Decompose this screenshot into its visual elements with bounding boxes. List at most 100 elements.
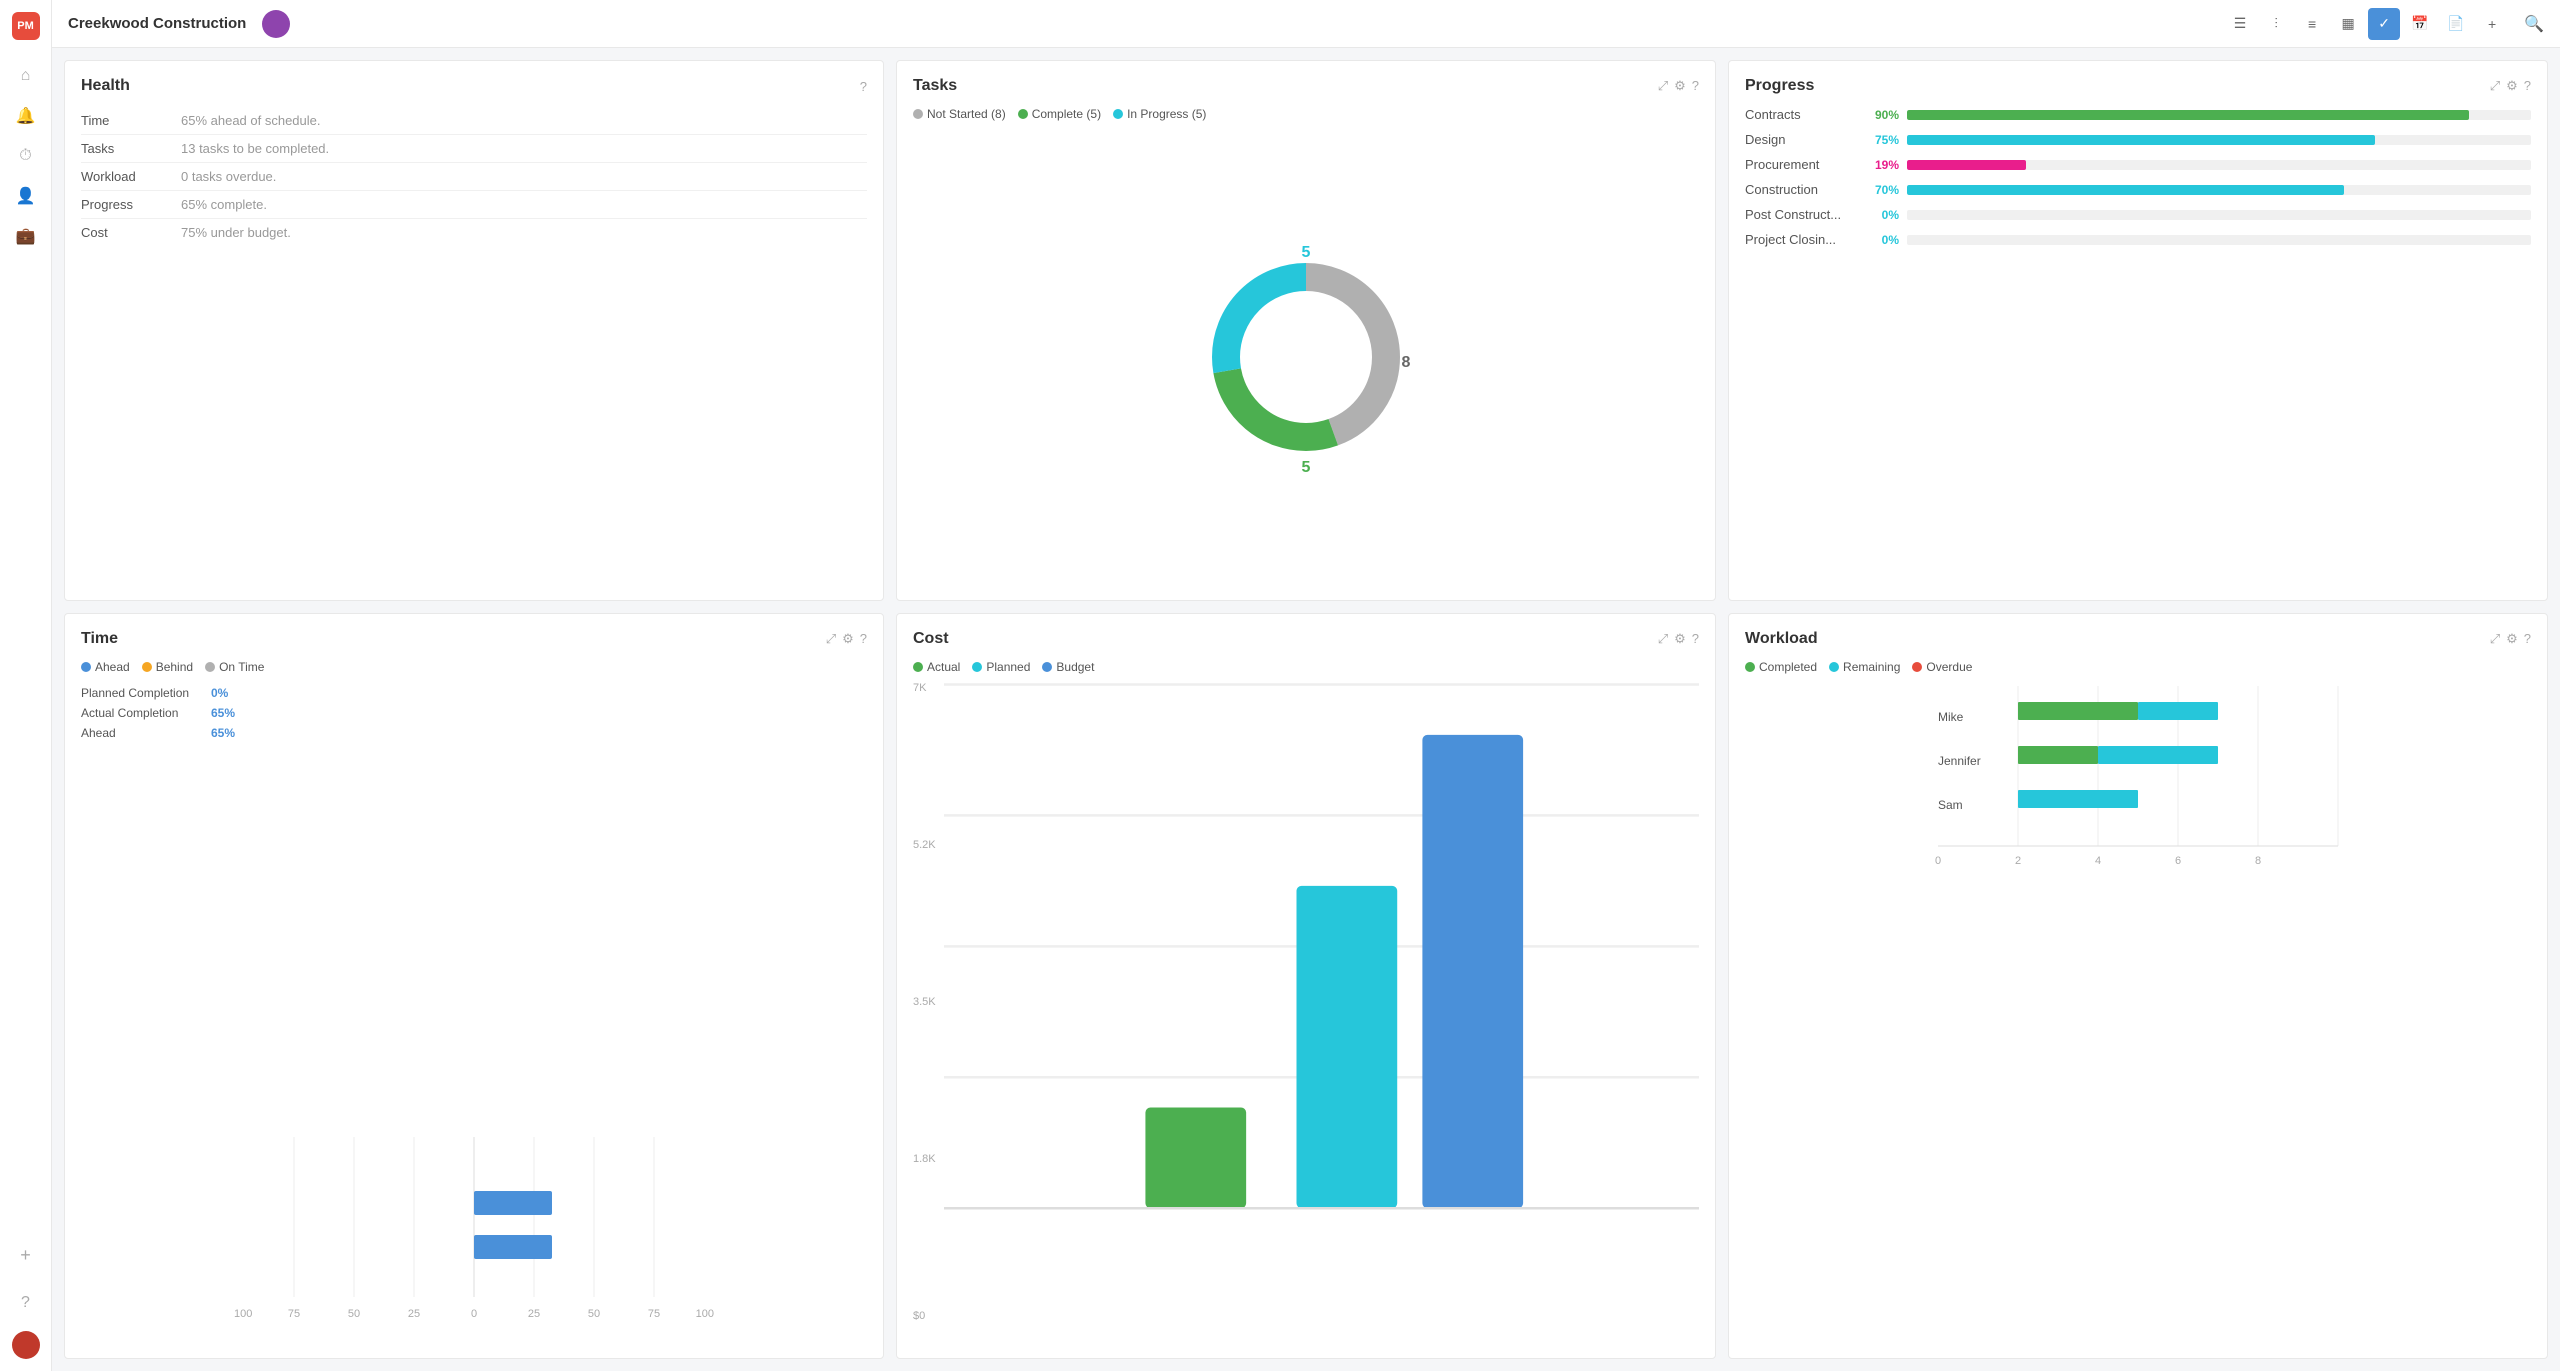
- progress-row: Contracts 90%: [1745, 107, 2531, 122]
- sidebar-help-icon[interactable]: ?: [8, 1285, 44, 1321]
- workload-expand-icon[interactable]: ⤢: [2490, 631, 2500, 647]
- progress-row-pct: 19%: [1863, 158, 1899, 172]
- legend-label: Behind: [156, 660, 193, 674]
- time-row: Ahead 65%: [81, 726, 867, 740]
- svg-text:75: 75: [288, 1308, 300, 1320]
- time-panel: Time ⤢ ⚙ ? Ahead Behind On Time Planned Co…: [64, 613, 884, 1359]
- legend-label: Budget: [1056, 660, 1094, 674]
- cost-expand-icon[interactable]: ⤢: [1658, 631, 1668, 647]
- topbar-icon-add[interactable]: +: [2476, 8, 2508, 40]
- progress-row-label: Construction: [1745, 182, 1855, 197]
- workload-help-icon[interactable]: ?: [2524, 631, 2531, 647]
- health-row-label: Workload: [81, 163, 181, 191]
- legend-label: Ahead: [95, 660, 130, 674]
- cost-y-18k: 1.8K: [913, 1153, 936, 1165]
- search-icon[interactable]: 🔍: [2524, 14, 2544, 34]
- svg-text:4: 4: [2095, 855, 2101, 867]
- legend-dot: [972, 662, 982, 672]
- cost-settings-icon[interactable]: ⚙: [1674, 631, 1686, 647]
- health-row: Time65% ahead of schedule.: [81, 107, 867, 135]
- sidebar-notifications-icon[interactable]: 🔔: [8, 98, 44, 134]
- time-row: Actual Completion 65%: [81, 706, 867, 720]
- workload-actions: ⤢ ⚙ ?: [2490, 631, 2531, 647]
- svg-text:0: 0: [471, 1308, 477, 1320]
- cost-legend-item: Budget: [1042, 660, 1094, 674]
- cost-legend: ActualPlannedBudget: [913, 660, 1699, 674]
- svg-text:0: 0: [1935, 855, 1941, 867]
- workload-sam-label: Sam: [1938, 799, 1963, 813]
- progress-help-icon[interactable]: ?: [2524, 78, 2531, 94]
- workload-legend-item: Overdue: [1912, 660, 1972, 674]
- time-row: Planned Completion 0%: [81, 686, 867, 700]
- topbar-icon-list[interactable]: ☰: [2224, 8, 2256, 40]
- health-table: Time65% ahead of schedule.Tasks13 tasks …: [81, 107, 867, 246]
- sidebar-add-icon[interactable]: +: [8, 1237, 44, 1273]
- svg-text:75: 75: [648, 1308, 660, 1320]
- time-row-pct: 0%: [211, 686, 251, 700]
- tasks-legend-item: In Progress (5): [1113, 107, 1206, 121]
- workload-settings-icon[interactable]: ⚙: [2506, 631, 2518, 647]
- time-bar-actual: [474, 1191, 552, 1215]
- time-title: Time: [81, 630, 826, 648]
- cost-header: Cost ⤢ ⚙ ?: [913, 630, 1699, 648]
- main-content: Creekwood Construction ☰ ⫶ ≡ ▦ ✓ 📅 📄 + 🔍…: [52, 0, 2560, 1371]
- topbar-icon-dashboard[interactable]: ✓: [2368, 8, 2400, 40]
- sidebar-portfolio-icon[interactable]: 💼: [8, 218, 44, 254]
- tasks-settings-icon[interactable]: ⚙: [1674, 78, 1686, 94]
- project-avatar[interactable]: [262, 10, 290, 38]
- topbar-icon-grid[interactable]: ≡: [2296, 8, 2328, 40]
- progress-bar-fill: [1907, 135, 2375, 145]
- progress-bar-fill: [1907, 160, 2026, 170]
- time-help-icon[interactable]: ?: [860, 631, 867, 647]
- tasks-title: Tasks: [913, 77, 1658, 95]
- legend-dot: [1018, 109, 1028, 119]
- health-header: Health ?: [81, 77, 867, 95]
- time-legend-item: Ahead: [81, 660, 130, 674]
- time-expand-icon[interactable]: ⤢: [826, 631, 836, 647]
- cost-help-icon[interactable]: ?: [1692, 631, 1699, 647]
- progress-row-pct: 0%: [1863, 233, 1899, 247]
- progress-row-label: Project Closin...: [1745, 232, 1855, 247]
- svg-text:25: 25: [528, 1308, 540, 1320]
- health-row-value: 75% under budget.: [181, 219, 867, 247]
- legend-label: On Time: [219, 660, 264, 674]
- sidebar-home-icon[interactable]: ⌂: [8, 58, 44, 94]
- tasks-expand-icon[interactable]: ⤢: [1658, 78, 1668, 94]
- sidebar-time-icon[interactable]: ⏱: [8, 138, 44, 174]
- health-help-icon[interactable]: ?: [860, 79, 867, 94]
- progress-expand-icon[interactable]: ⤢: [2490, 78, 2500, 94]
- legend-label: Planned: [986, 660, 1030, 674]
- tasks-legend: Not Started (8)Complete (5)In Progress (…: [913, 107, 1699, 121]
- time-bar-ahead: [474, 1235, 552, 1259]
- time-row-label: Ahead: [81, 726, 211, 740]
- topbar-icon-doc[interactable]: 📄: [2440, 8, 2472, 40]
- time-rows: Planned Completion 0% Actual Completion …: [81, 686, 867, 740]
- progress-row: Project Closin... 0%: [1745, 232, 2531, 247]
- topbar-icon-table[interactable]: ▦: [2332, 8, 2364, 40]
- tasks-actions: ⤢ ⚙ ?: [1658, 78, 1699, 94]
- time-settings-icon[interactable]: ⚙: [842, 631, 854, 647]
- tasks-help-icon[interactable]: ?: [1692, 78, 1699, 94]
- sidebar-avatar[interactable]: [12, 1331, 40, 1359]
- health-row-label: Cost: [81, 219, 181, 247]
- svg-text:2: 2: [2015, 855, 2021, 867]
- health-row-value: 65% complete.: [181, 191, 867, 219]
- donut-label-bottom: 5: [1302, 459, 1311, 476]
- topbar-icon-gantt[interactable]: ⫶: [2260, 8, 2292, 40]
- legend-dot: [913, 662, 923, 672]
- tasks-panel: Tasks ⤢ ⚙ ? Not Started (8)Complete (5)I…: [896, 60, 1716, 601]
- progress-row-label: Contracts: [1745, 107, 1855, 122]
- topbar-icon-calendar[interactable]: 📅: [2404, 8, 2436, 40]
- workload-panel: Workload ⤢ ⚙ ? CompletedRemainingOverdue: [1728, 613, 2548, 1359]
- progress-bar-bg: [1907, 160, 2531, 170]
- progress-row: Design 75%: [1745, 132, 2531, 147]
- workload-legend: CompletedRemainingOverdue: [1745, 660, 2531, 674]
- progress-rows: Contracts 90% Design 75% Procurement 19%…: [1745, 107, 2531, 247]
- workload-sam-remaining: [2018, 790, 2138, 808]
- app-logo[interactable]: PM: [12, 12, 40, 40]
- cost-y-7k: 7K: [913, 682, 936, 694]
- progress-row-pct: 90%: [1863, 108, 1899, 122]
- legend-dot: [81, 662, 91, 672]
- progress-settings-icon[interactable]: ⚙: [2506, 78, 2518, 94]
- sidebar-people-icon[interactable]: 👤: [8, 178, 44, 214]
